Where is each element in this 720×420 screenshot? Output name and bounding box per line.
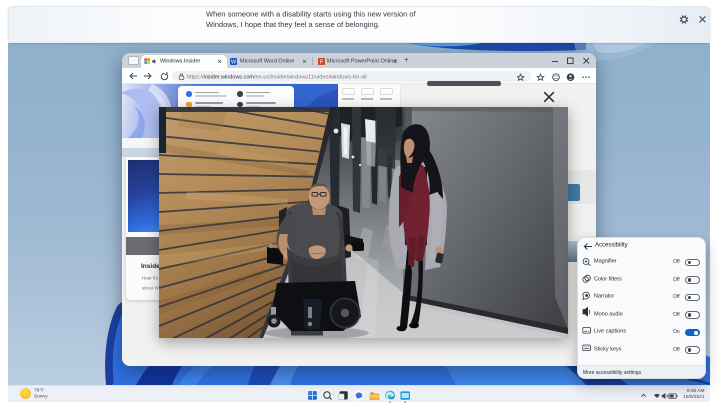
- svg-text:P: P: [320, 60, 324, 65]
